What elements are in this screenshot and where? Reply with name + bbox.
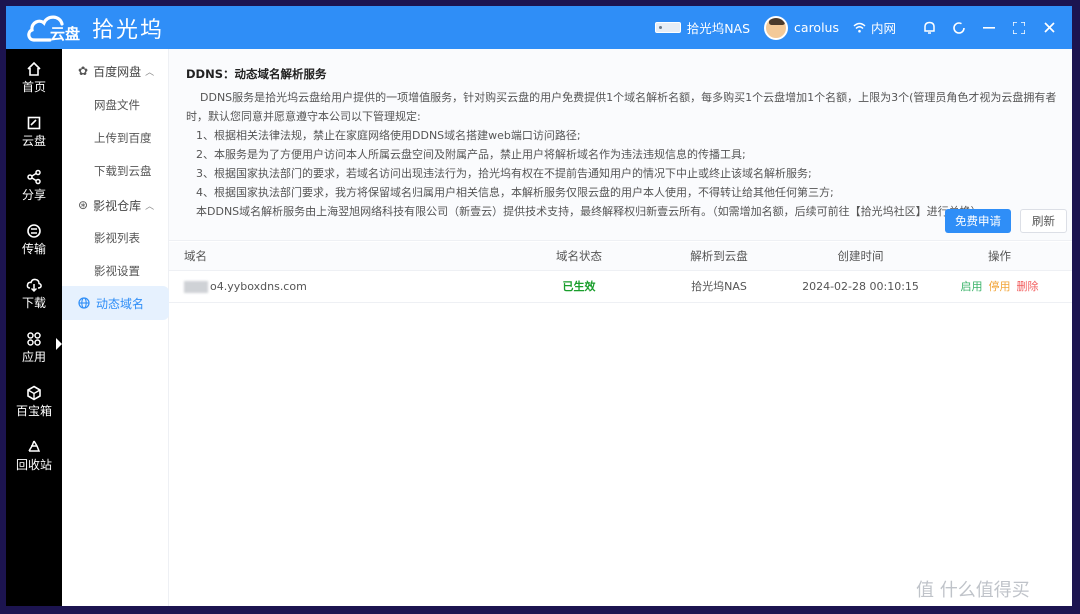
status-badge: 已生效 (562, 280, 596, 293)
top-bar: 云盘 拾光坞 拾光坞NAS carolus 内网 (6, 6, 1072, 49)
submenu-group-label: 影视仓库 (93, 198, 142, 213)
nav-item-apps[interactable]: 应用 (6, 325, 62, 373)
transfer-icon (27, 224, 41, 238)
avatar (764, 15, 789, 40)
close-icon[interactable] (1034, 6, 1064, 49)
refresh-icon[interactable] (944, 6, 974, 49)
domain-table: 域名 域名状态 解析到云盘 创建时间 操作 o4.yyboxdns.com 已生… (169, 242, 1072, 303)
submenu-item-download-cloud[interactable]: 下载到云盘 (62, 156, 169, 186)
refresh-button[interactable]: 刷新 (1020, 209, 1067, 233)
share-icon (27, 169, 41, 185)
chevron-up-icon: ︿ (145, 67, 155, 78)
nav-label: 回收站 (15, 458, 52, 472)
notice-line: DDNS服务是拾光坞云盘给用户提供的一项增值服务，针对购买云盘的用户免费提供1个… (200, 91, 1056, 104)
download-icon (26, 278, 42, 293)
nav-label: 传输 (21, 242, 46, 256)
page-title: DDNS：动态域名解析服务 (186, 67, 327, 81)
column-header-status: 域名状态 (514, 242, 644, 271)
notice-line: 4、根据国家执法部门要求，我方将保留域名归属用户相关信息，本解析服务仅限云盘的用… (196, 186, 834, 199)
user-menu[interactable]: carolus (764, 15, 839, 40)
submenu-item-video-list[interactable]: 影视列表 (62, 223, 169, 253)
network-status[interactable]: 内网 (853, 18, 896, 37)
nav-item-recycle[interactable]: 回收站 (6, 433, 62, 481)
submenu-group-video[interactable]: ⊛ 影视仓库 ︿ (62, 190, 169, 220)
submenu-group-label: 百度网盘 (93, 64, 142, 79)
notice-line: 1、根据相关法律法规，禁止在家庭网络使用DDNS域名搭建web端口访问路径; (196, 129, 581, 142)
nav-label: 百宝箱 (15, 404, 52, 418)
domain-name: o4.yyboxdns.com (210, 279, 307, 293)
notice-line: 2、本服务是为了方便用户访问本人所属云盘空间及附属产品，禁止用户将解析域名作为违… (196, 148, 746, 161)
network-label: 内网 (870, 21, 896, 36)
submenu-item-ddns[interactable]: 动态域名 (62, 286, 169, 320)
column-header-created: 创建时间 (794, 242, 927, 271)
nav-item-download[interactable]: 下载 (6, 271, 62, 319)
actions-cell: 启用 停用 删除 (927, 270, 1072, 303)
submenu-item-video-settings[interactable]: 影视设置 (62, 256, 169, 286)
app-title: 拾光坞 (92, 18, 165, 43)
nav-label: 云盘 (21, 134, 46, 148)
cloud-logo-icon: 云盘 (26, 10, 84, 46)
nav-label: 应用 (21, 350, 46, 364)
bell-icon[interactable] (914, 6, 944, 49)
status-cell: 已生效 (514, 270, 644, 303)
recycle-icon (28, 440, 41, 452)
minimize-icon[interactable] (974, 6, 1004, 49)
nav-item-home[interactable]: 首页 (6, 55, 62, 103)
wifi-icon (853, 22, 866, 33)
header-right: 拾光坞NAS carolus 内网 (654, 6, 1072, 49)
created-cell: 2024-02-28 00:10:15 (794, 270, 927, 303)
apps-icon (27, 332, 41, 346)
enable-link[interactable]: 启用 (961, 280, 983, 293)
column-header-actions: 操作 (927, 242, 1072, 271)
watermark: 值 什么值得买 (916, 580, 1030, 601)
column-header-device: 解析到云盘 (644, 242, 794, 271)
notice-line: 时，默认您同意并愿意遵守本公司以下管理规定: (186, 110, 421, 123)
window-frame: 云盘 拾光坞 拾光坞NAS carolus 内网 首页 云盘 分享 传输 下载 … (0, 0, 1080, 614)
app-logo: 云盘 拾光坞 (26, 10, 164, 46)
device-selector[interactable]: 拾光坞NAS (654, 18, 751, 37)
main-nav: 首页 云盘 分享 传输 下载 应用 百宝箱 回收站 (6, 49, 62, 606)
paw-icon: ✿ (78, 64, 89, 78)
logo-text: 云盘 (50, 25, 81, 43)
nav-item-share[interactable]: 分享 (6, 163, 62, 211)
notice-line: 3、根据国家执法部门的要求，若域名访问出现违法行为，拾光坞有权在不提前告通知用户… (196, 167, 812, 180)
notice-body: DDNS服务是拾光坞云盘给用户提供的一项增值服务，针对购买云盘的用户免费提供1个… (186, 88, 1056, 221)
column-header-domain: 域名 (169, 242, 514, 271)
username: carolus (794, 20, 839, 35)
toolbox-icon (27, 385, 41, 401)
main-content: DDNS：动态域名解析服务 DDNS服务是拾光坞云盘给用户提供的一项增值服务，针… (169, 49, 1072, 606)
submenu-item-netdisk-files[interactable]: 网盘文件 (62, 90, 169, 120)
fullscreen-icon[interactable] (1004, 6, 1034, 49)
nav-item-transfer[interactable]: 传输 (6, 217, 62, 265)
device-name: 拾光坞NAS (686, 21, 751, 36)
nav-label: 下载 (21, 296, 46, 310)
nav-label: 首页 (21, 80, 46, 94)
free-apply-button[interactable]: 免费申请 (945, 209, 1011, 233)
nas-device-icon (654, 22, 681, 33)
film-icon: ⊛ (78, 198, 89, 212)
table-header-row: 域名 域名状态 解析到云盘 创建时间 操作 (169, 242, 1072, 271)
nav-label: 分享 (21, 188, 46, 202)
table-row: o4.yyboxdns.com 已生效 拾光坞NAS 2024-02-28 00… (169, 270, 1072, 303)
nav-item-drive[interactable]: 云盘 (6, 109, 62, 157)
redacted-prefix (184, 280, 208, 293)
submenu: ✿ 百度网盘 ︿ 网盘文件 上传到百度 下载到云盘 ⊛ 影视仓库 ︿ 影视列表 … (62, 49, 169, 606)
submenu-item-upload-baidu[interactable]: 上传到百度 (62, 123, 169, 153)
notice-line: 本DDNS域名解析服务由上海翌旭网络科技有限公司（新壹云）提供技术支持，最终解释… (196, 205, 982, 218)
disable-link[interactable]: 停用 (989, 280, 1011, 293)
app-window: 云盘 拾光坞 拾光坞NAS carolus 内网 首页 云盘 分享 传输 下载 … (6, 6, 1072, 606)
delete-link[interactable]: 删除 (1017, 280, 1039, 293)
ddns-notice: DDNS：动态域名解析服务 DDNS服务是拾光坞云盘给用户提供的一项增值服务，针… (169, 49, 1072, 241)
globe-icon (78, 297, 90, 309)
device-cell: 拾光坞NAS (644, 270, 794, 303)
submenu-active-label: 动态域名 (96, 296, 145, 311)
drive-icon (27, 116, 41, 130)
submenu-group-baidu[interactable]: ✿ 百度网盘 ︿ (62, 56, 169, 86)
nav-item-toolbox[interactable]: 百宝箱 (6, 379, 62, 427)
home-icon (27, 61, 41, 76)
chevron-up-icon: ︿ (145, 201, 155, 212)
domain-cell: o4.yyboxdns.com (169, 270, 514, 303)
